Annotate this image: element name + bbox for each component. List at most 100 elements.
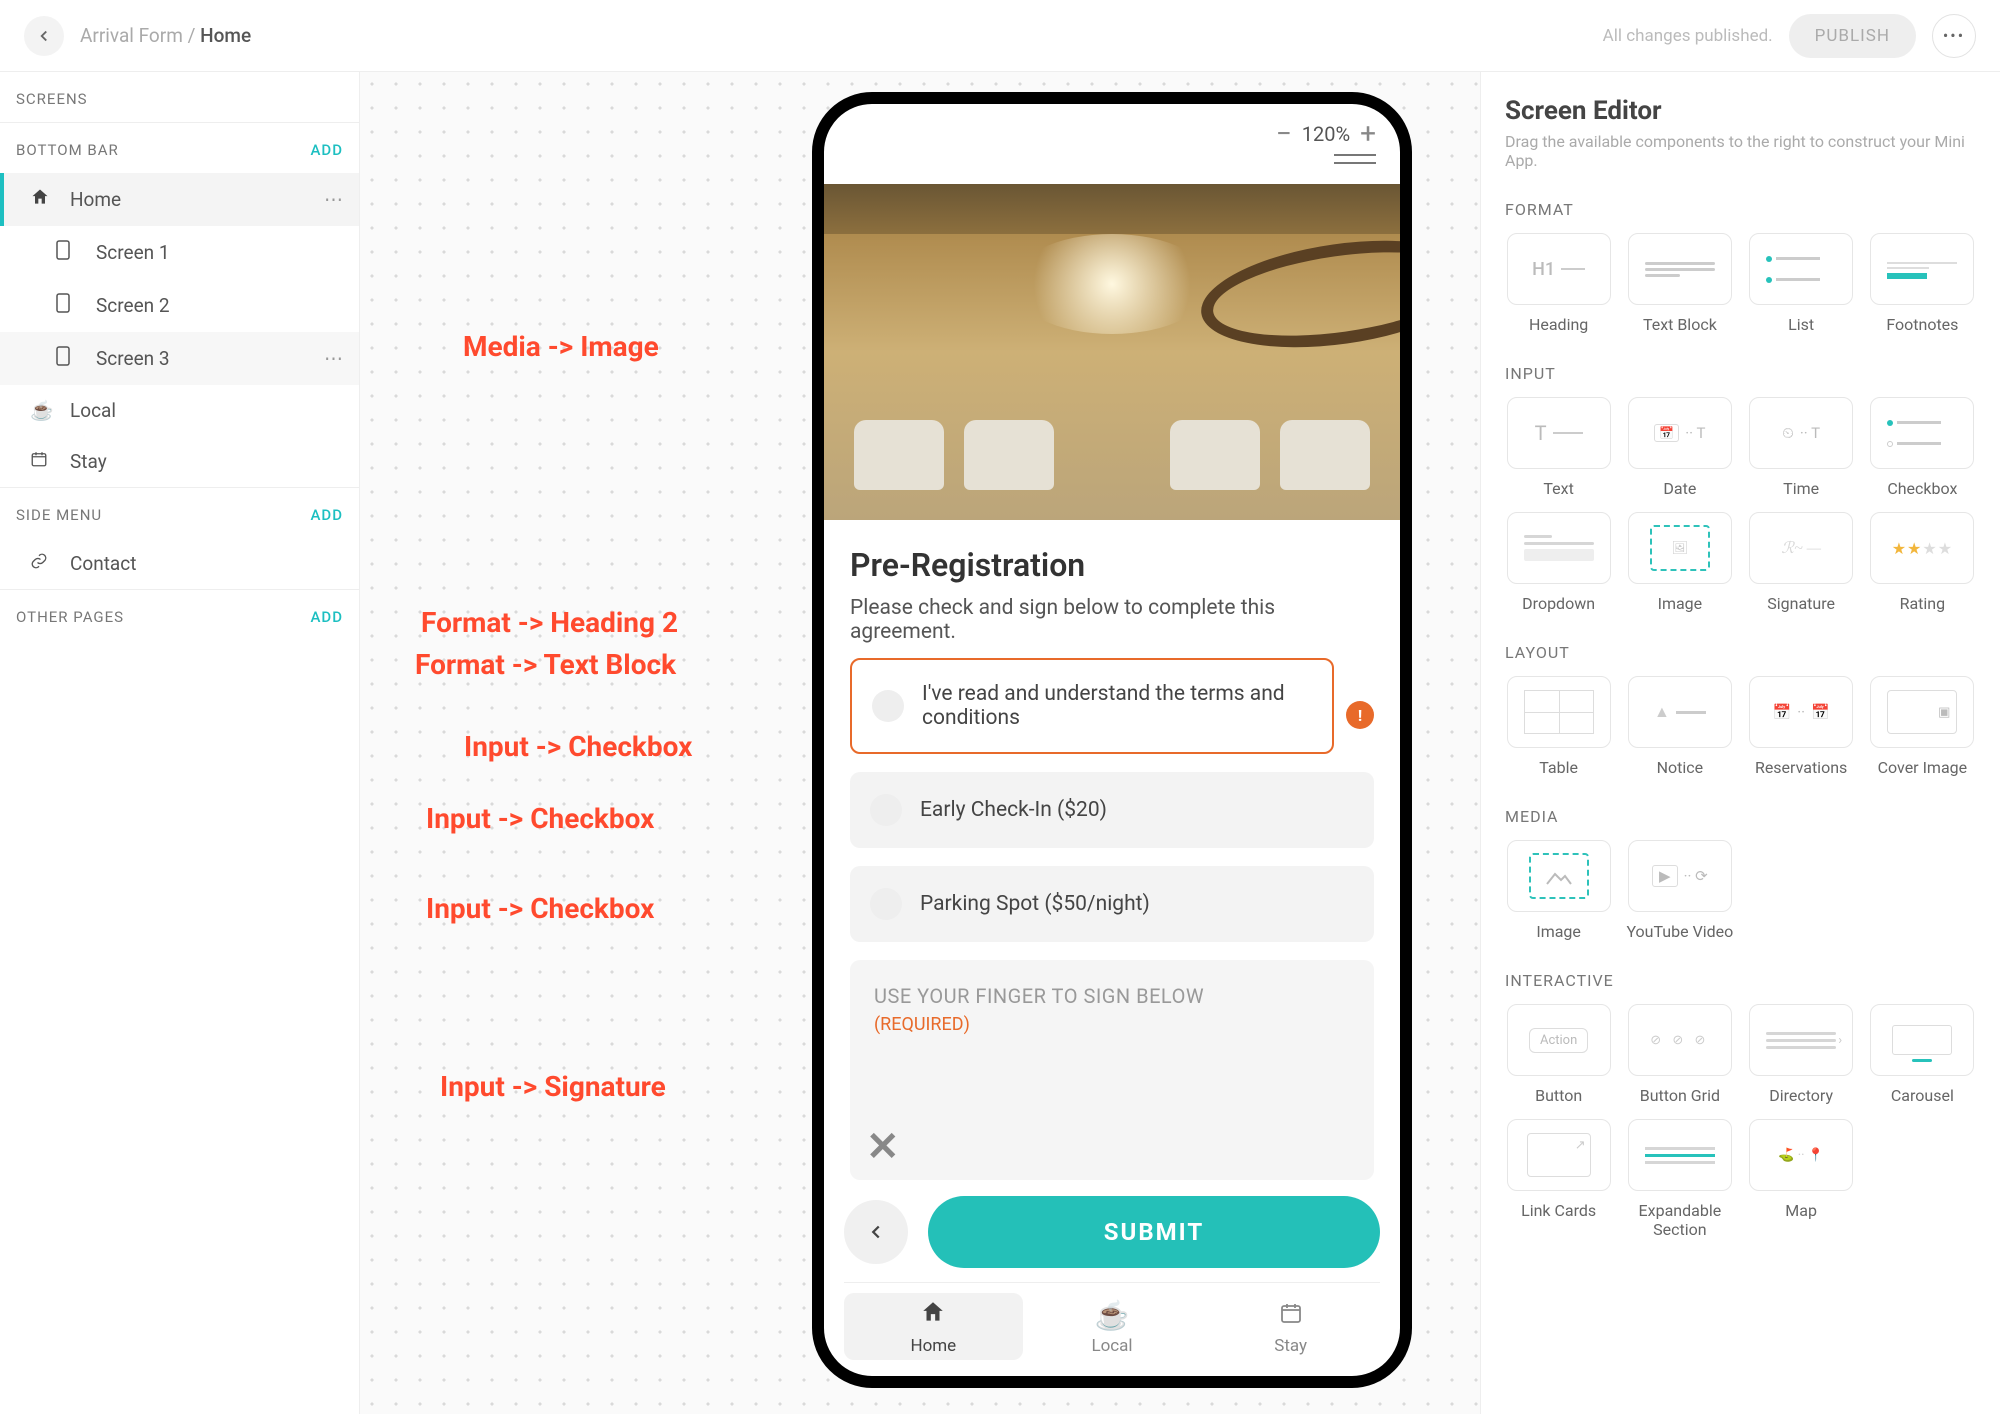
- breadcrumb-current: Home: [200, 24, 251, 47]
- more-menu-button[interactable]: •••: [1932, 14, 1976, 58]
- publish-button[interactable]: PUBLISH: [1789, 14, 1916, 58]
- component-rating-input[interactable]: ★★★★ Rating: [1869, 512, 1976, 613]
- item-menu-icon[interactable]: ⋯: [324, 347, 343, 370]
- component-link-cards[interactable]: ↗ Link Cards: [1505, 1119, 1612, 1239]
- component-table[interactable]: Table: [1505, 676, 1612, 777]
- phone-tabbar: Home ☕ Local Stay: [844, 1282, 1380, 1360]
- home-icon: [920, 1299, 946, 1332]
- annotation: Input -> Checkbox: [464, 730, 692, 763]
- annotation: Input -> Checkbox: [426, 892, 654, 925]
- add-bottom-bar[interactable]: ADD: [310, 141, 343, 159]
- component-media-image[interactable]: Image: [1505, 840, 1612, 941]
- group-media: MEDIA: [1505, 807, 1976, 826]
- component-cover-image[interactable]: ▣ Cover Image: [1869, 676, 1976, 777]
- back-button[interactable]: [24, 16, 64, 56]
- screen-editor-panel: Screen Editor Drag the available compone…: [1480, 72, 2000, 1414]
- signature-hint: USE YOUR FINGER TO SIGN BELOW: [874, 984, 1350, 1008]
- panel-title: Screen Editor: [1505, 96, 1976, 126]
- checkbox-circle-icon: [870, 888, 902, 920]
- component-signature-input[interactable]: ℛ~ — Signature: [1748, 512, 1855, 613]
- component-youtube[interactable]: ▶·· ⟳ YouTube Video: [1626, 840, 1733, 941]
- group-layout: LAYOUT: [1505, 643, 1976, 662]
- component-notice[interactable]: ▲ Notice: [1626, 676, 1733, 777]
- screens-sidebar: SCREENS BOTTOM BAR ADD Home ⋯ Screen 1 S…: [0, 72, 360, 1414]
- component-map[interactable]: ⛳ ·· 📍 Map: [1748, 1119, 1855, 1239]
- annotation: Format -> Text Block: [415, 648, 676, 681]
- calendar-icon: [1279, 1299, 1303, 1332]
- checkbox-early-checkin[interactable]: Early Check-In ($20): [850, 772, 1374, 848]
- phone-preview: − 120% + Pre-Registration Please check a…: [812, 92, 1412, 1388]
- form-subtitle[interactable]: Please check and sign below to complete …: [850, 596, 1374, 644]
- annotation: Media -> Image: [463, 330, 659, 363]
- component-expandable-section[interactable]: Expandable Section: [1626, 1119, 1733, 1239]
- clear-signature-icon[interactable]: ✕: [866, 1123, 900, 1170]
- annotation: Input -> Signature: [440, 1070, 666, 1103]
- panel-desc: Drag the available components to the rig…: [1505, 132, 1976, 170]
- zoom-in-button[interactable]: +: [1360, 120, 1376, 148]
- add-side-menu[interactable]: ADD: [310, 506, 343, 524]
- phone-icon: [56, 346, 82, 371]
- coffee-icon: ☕: [30, 399, 56, 422]
- zoom-out-button[interactable]: −: [1276, 120, 1292, 148]
- section-screens: SCREENS: [0, 72, 359, 122]
- component-text-input[interactable]: T Text: [1505, 397, 1612, 498]
- form-heading[interactable]: Pre-Registration: [850, 546, 1374, 584]
- publish-status: All changes published.: [1603, 26, 1773, 46]
- component-button[interactable]: Action Button: [1505, 1004, 1612, 1105]
- breadcrumb-root[interactable]: Arrival Form: [80, 24, 183, 47]
- component-footnotes[interactable]: Footnotes: [1869, 233, 1976, 334]
- component-heading[interactable]: H1 Heading: [1505, 233, 1612, 334]
- item-menu-icon[interactable]: ⋯: [324, 188, 343, 211]
- component-button-grid[interactable]: ⊘ ⊘ ⊘ Button Grid: [1626, 1004, 1733, 1105]
- annotation: Format -> Heading 2: [421, 606, 678, 639]
- home-icon: [30, 187, 56, 212]
- section-bottom-bar: BOTTOM BAR ADD: [0, 122, 359, 173]
- checkbox-parking[interactable]: Parking Spot ($50/night): [850, 866, 1374, 942]
- tab-stay[interactable]: Stay: [1201, 1293, 1380, 1360]
- calendar-icon: [30, 450, 56, 473]
- editor-canvas[interactable]: Media -> Image Format -> Heading 2 Forma…: [360, 72, 1480, 1414]
- phone-back-button[interactable]: [844, 1200, 908, 1264]
- component-time-input[interactable]: ⏲·· T Time: [1748, 397, 1855, 498]
- hero-image[interactable]: [824, 184, 1400, 520]
- sidebar-item-stay[interactable]: Stay: [0, 436, 359, 487]
- component-carousel[interactable]: Carousel: [1869, 1004, 1976, 1105]
- component-reservations[interactable]: 📅··📅 Reservations: [1748, 676, 1855, 777]
- warning-badge-icon: !: [1346, 701, 1374, 729]
- checkbox-terms[interactable]: I've read and understand the terms and c…: [850, 658, 1334, 754]
- submit-button[interactable]: SUBMIT: [928, 1196, 1380, 1268]
- component-directory[interactable]: › Directory: [1748, 1004, 1855, 1105]
- checkbox-circle-icon: [870, 794, 902, 826]
- group-interactive: INTERACTIVE: [1505, 971, 1976, 990]
- phone-icon: [56, 240, 82, 265]
- component-list[interactable]: List: [1748, 233, 1855, 334]
- sidebar-item-local[interactable]: ☕ Local: [0, 385, 359, 436]
- add-other-pages[interactable]: ADD: [310, 608, 343, 626]
- group-input: INPUT: [1505, 364, 1976, 383]
- zoom-value: 120%: [1302, 122, 1350, 146]
- arrow-left-icon: [35, 27, 53, 45]
- arrow-left-icon: [865, 1221, 887, 1243]
- breadcrumb: Arrival Form / Home: [80, 24, 251, 47]
- zoom-controls: − 120% +: [1272, 118, 1380, 150]
- section-side-menu: SIDE MENU ADD: [0, 487, 359, 538]
- checkbox-circle-icon: [872, 690, 904, 722]
- component-date-input[interactable]: 📅·· T Date: [1626, 397, 1733, 498]
- tab-home[interactable]: Home: [844, 1293, 1023, 1360]
- sidebar-item-screen2[interactable]: Screen 2: [0, 279, 359, 332]
- tab-local[interactable]: ☕ Local: [1023, 1293, 1202, 1360]
- component-text-block[interactable]: Text Block: [1626, 233, 1733, 334]
- sidebar-item-screen3[interactable]: Screen 3 ⋯: [0, 332, 359, 385]
- sidebar-item-home[interactable]: Home ⋯: [0, 173, 359, 226]
- signature-box[interactable]: USE YOUR FINGER TO SIGN BELOW (REQUIRED)…: [850, 960, 1374, 1180]
- signature-required: (REQUIRED): [874, 1014, 1350, 1035]
- sidebar-item-screen1[interactable]: Screen 1: [0, 226, 359, 279]
- phone-icon: [56, 293, 82, 318]
- annotation: Input -> Checkbox: [426, 802, 654, 835]
- component-checkbox-input[interactable]: Checkbox: [1869, 397, 1976, 498]
- component-image-input[interactable]: 🖼 Image: [1626, 512, 1733, 613]
- component-dropdown-input[interactable]: Dropdown: [1505, 512, 1612, 613]
- sidebar-item-contact[interactable]: Contact: [0, 538, 359, 589]
- link-icon: [30, 552, 56, 575]
- section-other-pages: OTHER PAGES ADD: [0, 589, 359, 640]
